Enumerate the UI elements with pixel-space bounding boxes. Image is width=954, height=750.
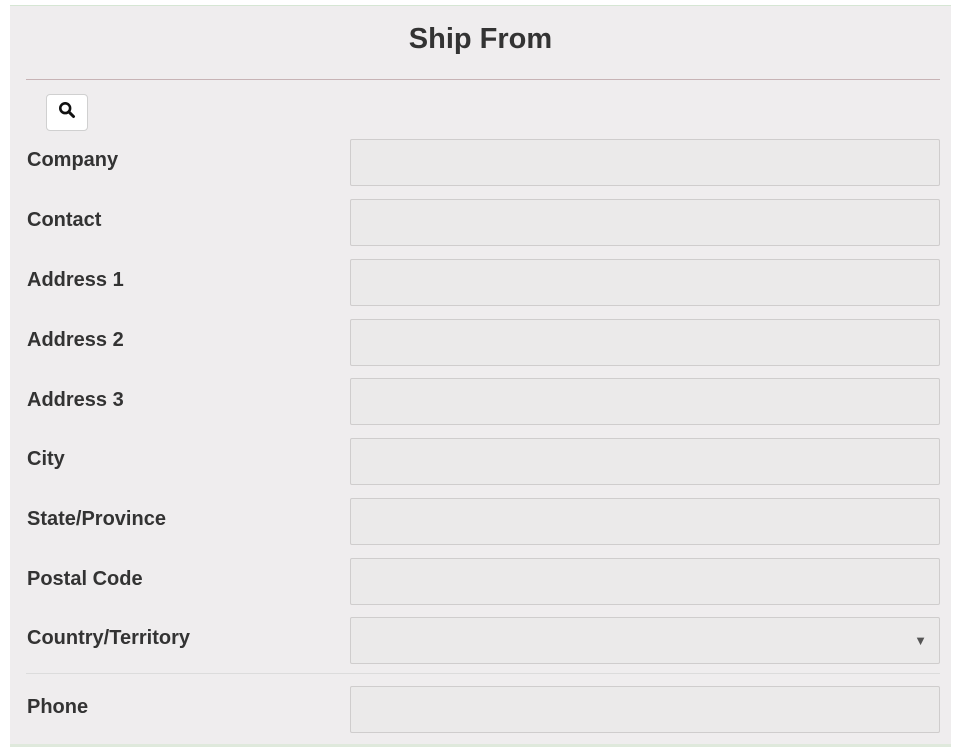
contact-input[interactable] bbox=[350, 199, 940, 246]
country-territory-label: Country/Territory bbox=[27, 627, 190, 649]
state-province-label: State/Province bbox=[27, 508, 166, 530]
address-2-label: Address 2 bbox=[27, 329, 124, 351]
title-divider bbox=[26, 79, 940, 80]
section-title: Ship From bbox=[408, 23, 553, 55]
address-3-input[interactable] bbox=[350, 378, 940, 425]
address-lookup-button[interactable] bbox=[46, 94, 88, 131]
city-input[interactable] bbox=[350, 438, 940, 485]
search-icon bbox=[58, 101, 76, 124]
state-province-input[interactable] bbox=[350, 498, 940, 545]
city-label: City bbox=[27, 448, 65, 470]
address-3-label: Address 3 bbox=[27, 389, 124, 411]
address-1-input[interactable] bbox=[350, 259, 940, 306]
contact-label: Contact bbox=[27, 209, 102, 231]
company-label: Company bbox=[27, 149, 119, 171]
country-territory-select[interactable]: ▼ bbox=[350, 617, 940, 664]
phone-divider bbox=[26, 673, 940, 674]
phone-label: Phone bbox=[27, 696, 89, 718]
address-2-input[interactable] bbox=[350, 319, 940, 366]
chevron-down-icon: ▼ bbox=[914, 633, 927, 648]
phone-input[interactable] bbox=[350, 686, 940, 733]
ship-from-panel: Ship From Company Contact Address 1 Addr… bbox=[10, 5, 951, 747]
postal-code-input[interactable] bbox=[350, 558, 940, 605]
company-input[interactable] bbox=[350, 139, 940, 186]
address-1-label: Address 1 bbox=[27, 269, 124, 291]
postal-code-label: Postal Code bbox=[27, 568, 143, 590]
